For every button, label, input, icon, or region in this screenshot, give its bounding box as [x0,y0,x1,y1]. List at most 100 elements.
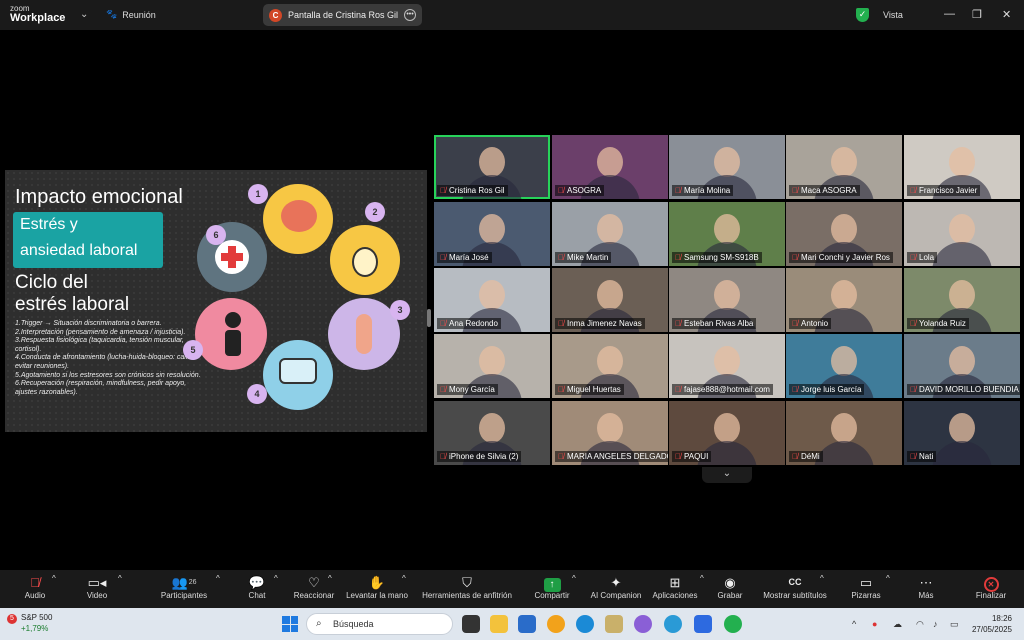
cloud-icon[interactable]: ☁ [893,619,902,630]
edge-icon[interactable] [576,615,594,633]
antivirus-icon[interactable]: ● [872,619,877,629]
participant-tile[interactable]: 🎙̸ Mike Martin [552,202,668,266]
participant-video [949,147,975,177]
whatsapp-icon[interactable] [724,615,742,633]
stock-widget[interactable]: S&P 500 +1,79% [21,612,52,634]
more-options-icon[interactable]: ••• [404,9,416,21]
participant-name: MARIA ANGELES DELGADO [567,452,668,461]
system-clock[interactable]: 18:26 27/05/2025 [968,613,1012,635]
participant-name-tag: 🎙̸ María José [437,252,492,263]
react-options-caret-icon[interactable]: ^ [328,574,332,583]
participant-name: Cristina Ros Gil [449,186,505,195]
participant-video [479,280,505,310]
captions-button[interactable]: CC Mostrar subtítulos [762,574,828,600]
participant-name-tag: 🎙̸ PAQUI [672,451,712,462]
logo-workplace: Workplace [10,12,66,24]
participant-tile[interactable]: 🎙̸ Miguel Huertas [552,334,668,398]
apps-options-caret-icon[interactable]: ^ [700,574,704,583]
share-options-caret-icon[interactable]: ^ [572,574,576,583]
battery-icon[interactable]: ▭ [950,619,959,630]
raise-hand-options-caret-icon[interactable]: ^ [402,574,406,583]
participant-tile[interactable]: 🎙̸ Maca ASOGRA [786,135,902,199]
participant-tile[interactable]: 🎙̸ ASOGRA [552,135,668,199]
participants-button[interactable]: 👥26 Participantes [158,574,210,600]
view-button[interactable]: Vista [883,10,903,20]
screen-share-indicator[interactable]: C Pantalla de Cristina Ros Gil ••• [263,4,422,26]
participant-tile[interactable]: 🎙̸ iPhone de Silvia (2) [434,401,550,465]
participant-tile[interactable]: 🎙̸ Antonio [786,268,902,332]
chrome-icon[interactable] [547,615,565,633]
volume-icon[interactable]: ♪ [933,619,938,629]
store-icon[interactable] [518,615,536,633]
chat-button[interactable]: 💬 Chat [246,574,268,600]
participant-tile[interactable]: 🎙̸ Francisco Javier [904,135,1020,199]
audio-options-caret-icon[interactable]: ^ [52,574,56,583]
participant-tile[interactable]: 🎙̸ Yolanda Ruiz [904,268,1020,332]
task-view-icon[interactable] [462,615,480,633]
slide-heading: Ciclo del estrés laboral [15,272,129,316]
photos-icon[interactable] [605,615,623,633]
slide-box-line2: ansiedad laboral [20,242,138,259]
participant-tile[interactable]: 🎙̸ Esteban Rivas Alba [669,268,785,332]
whiteboards-button[interactable]: ▭ Pizarras [851,574,881,600]
shared-slide: Impacto emocional Estrés y ansiedad labo… [5,170,427,432]
participant-tile[interactable]: 🎙̸ María José [434,202,550,266]
participant-tile[interactable]: 🎙̸ Mari Conchi y Javier Ros [786,202,902,266]
minimize-icon[interactable]: — [944,8,955,20]
cycle-step-number: 3 [390,300,410,320]
raise-hand-button[interactable]: ✋ Levantar la mano [345,574,409,600]
end-meeting-button[interactable]: ✕ Finalizar [974,574,1008,600]
video-options-caret-icon[interactable]: ^ [118,574,122,583]
chat-options-caret-icon[interactable]: ^ [274,574,278,583]
participant-tile[interactable]: 🎙̸ PAQUI [669,401,785,465]
copilot-icon[interactable] [634,615,652,633]
participant-tile[interactable]: 🎙̸ Samsung SM-S918B [669,202,785,266]
muted-microphone-icon: 🎙̸ [558,385,564,394]
participant-tile[interactable]: 🎙̸ María Molina [669,135,785,199]
windows-start-icon[interactable] [282,616,298,632]
participant-tile[interactable]: 🎙̸ Inma Jimenez Navas [552,268,668,332]
record-button[interactable]: ◉ Grabar [716,574,744,600]
participant-video-body [932,441,992,465]
participant-tile[interactable]: 🎙̸ DéMi [786,401,902,465]
participant-tile[interactable]: 🎙̸ Cristina Ros Gil [434,135,550,199]
apps-button[interactable]: ⊞ Aplicaciones [651,574,699,600]
audio-button[interactable]: 🎙̸ Audio [22,574,48,600]
file-explorer-icon[interactable] [490,615,508,633]
show-hidden-icons-icon[interactable]: ^ [852,619,856,629]
gallery-next-page-icon[interactable]: ⌄ [702,467,752,483]
participant-tile[interactable]: 🎙̸ Mony García [434,334,550,398]
host-tools-button[interactable]: ⛉ Herramientas de anfitrión [420,574,514,600]
captions-options-caret-icon[interactable]: ^ [820,574,824,583]
split-view-handle[interactable] [427,309,431,327]
share-button[interactable]: ↑ Compartir [532,574,572,600]
close-icon[interactable]: ✕ [1002,8,1011,21]
video-button[interactable]: ▭◂ Video [84,574,110,600]
chevron-down-icon[interactable]: ⌄ [80,9,88,20]
telegram-icon[interactable] [664,615,682,633]
participant-tile[interactable]: 🎙̸ fajase888@hotmail.com [669,334,785,398]
zoom-app-icon[interactable] [694,615,712,633]
participant-tile[interactable]: 🎙̸ Nati [904,401,1020,465]
clock-date: 27/05/2025 [971,625,1012,634]
captions-label: Mostrar subtítulos [763,591,827,600]
whiteboards-options-caret-icon[interactable]: ^ [886,574,890,583]
participant-tile[interactable]: 🎙̸ MARIA ANGELES DELGADO [552,401,668,465]
muted-microphone-icon: 🎙̸ [792,253,798,262]
wifi-icon[interactable]: ◠ [916,619,924,630]
more-label: Más [918,591,934,600]
muted-microphone-icon: 🎙̸ [440,186,446,195]
participant-tile[interactable]: 🎙̸ Ana Redondo [434,268,550,332]
meeting-info[interactable]: 🐾 Reunión [106,9,156,20]
ai-companion-button[interactable]: ✦ AI Companion [590,574,642,600]
security-shield-icon[interactable]: ✓ [856,8,869,22]
taskbar-search[interactable]: ⌕ Búsqueda [306,613,453,635]
participant-tile[interactable]: 🎙̸ DAVID MORILLO BUENDIA [904,334,1020,398]
more-button[interactable]: ⋯ Más [916,574,936,600]
participants-options-caret-icon[interactable]: ^ [216,574,220,583]
participant-tile[interactable]: 🎙̸ Jorge luis García [786,334,902,398]
restore-icon[interactable]: ❐ [972,8,982,21]
participant-tile[interactable]: 🎙̸ Lola [904,202,1020,266]
video-label: Video [86,591,108,600]
muted-microphone-icon: 🎙̸ [910,452,916,461]
